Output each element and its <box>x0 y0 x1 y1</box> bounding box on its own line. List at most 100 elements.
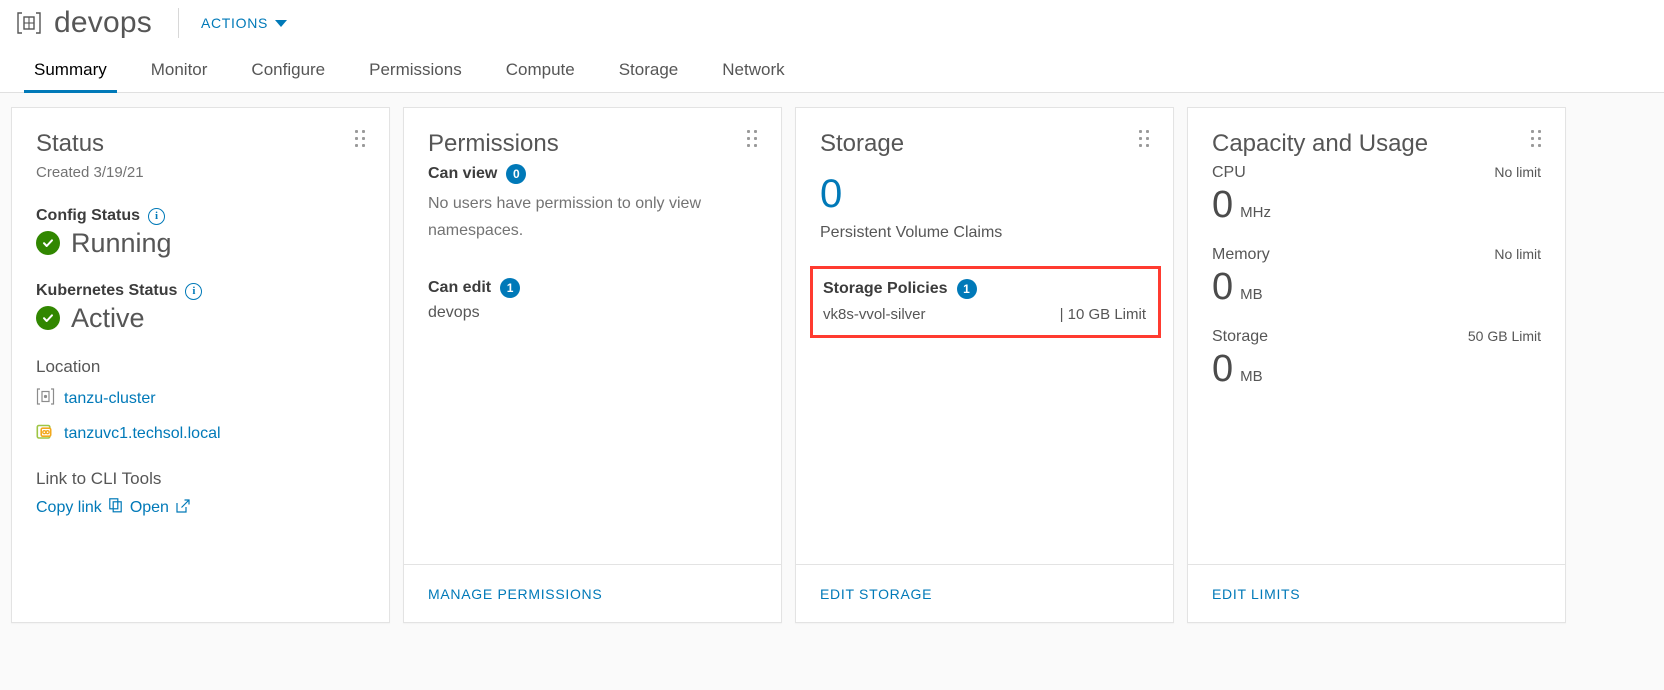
tab-bar: Summary Monitor Configure Permissions Co… <box>0 46 1664 93</box>
status-card-body: Status Created 3/19/21 Config Status i R… <box>12 108 389 622</box>
memory-value: 0 <box>1212 266 1234 308</box>
memory-label: Memory <box>1212 246 1270 263</box>
permissions-card-title: Permissions <box>428 130 559 157</box>
external-link-icon[interactable] <box>176 498 190 518</box>
can-edit-user: devops <box>428 304 480 321</box>
status-card: Status Created 3/19/21 Config Status i R… <box>11 107 390 623</box>
storage-policies-highlight: Storage Policies 1 vk8s-vvol-silver | 10… <box>810 266 1161 338</box>
pvc-label: Persistent Volume Claims <box>820 224 1003 241</box>
chevron-down-icon <box>275 19 288 27</box>
storage-policy-name: vk8s-vvol-silver <box>823 306 926 323</box>
header-divider <box>177 8 179 38</box>
namespace-icon <box>14 9 44 37</box>
tab-permissions[interactable]: Permissions <box>347 60 484 92</box>
drag-handle-icon[interactable] <box>1139 130 1153 147</box>
drag-handle-icon[interactable] <box>747 130 761 147</box>
drag-handle-icon[interactable] <box>1531 130 1545 147</box>
tab-network[interactable]: Network <box>700 60 806 92</box>
can-edit-row: Can edit 1 <box>428 278 757 298</box>
can-edit-count-badge: 1 <box>500 278 521 298</box>
cpu-value: 0 <box>1212 184 1234 226</box>
kubernetes-status-label: Kubernetes Status i <box>36 282 365 300</box>
page-title: devops <box>54 6 152 39</box>
actions-label: ACTIONS <box>200 15 269 31</box>
tab-storage[interactable]: Storage <box>597 60 701 92</box>
storage-policy-item: vk8s-vvol-silver | 10 GB Limit <box>823 306 1146 323</box>
manage-permissions-button[interactable]: MANAGE PERMISSIONS <box>428 586 602 602</box>
location-cluster-row: tanzu-cluster <box>36 388 365 410</box>
location-cluster-link[interactable]: tanzu-cluster <box>64 390 156 408</box>
can-view-label: Can view <box>428 165 498 182</box>
capacity-card-body: Capacity and Usage CPU No limit 0 MHz Me… <box>1188 108 1565 564</box>
permissions-card-body: Permissions Can view 0 No users have per… <box>404 108 781 564</box>
storage-policy-limit: | 10 GB Limit <box>1059 306 1146 323</box>
permissions-card: Permissions Can view 0 No users have per… <box>403 107 782 623</box>
edit-storage-button[interactable]: EDIT STORAGE <box>820 586 932 602</box>
capacity-card-footer: EDIT LIMITS <box>1188 564 1565 622</box>
storage-usage-limit: 50 GB Limit <box>1467 328 1541 344</box>
actions-menu-button[interactable]: ACTIONS <box>200 15 288 31</box>
page-header: devops ACTIONS <box>0 0 1664 46</box>
tab-monitor[interactable]: Monitor <box>129 60 230 92</box>
created-date: Created 3/19/21 <box>36 164 144 181</box>
copy-link-button[interactable]: Copy link <box>36 499 102 517</box>
cpu-row: CPU No limit <box>1212 164 1541 182</box>
storage-card-title: Storage <box>820 130 905 157</box>
tab-compute[interactable]: Compute <box>484 60 597 92</box>
kubernetes-status-value-row: Active <box>36 303 365 333</box>
info-icon[interactable]: i <box>185 282 203 300</box>
status-card-title: Status <box>36 130 105 157</box>
storage-policies-row: Storage Policies 1 <box>823 279 1146 299</box>
kubernetes-status-value: Active <box>71 303 145 333</box>
storage-usage-value-row: 0 MB <box>1212 348 1541 390</box>
storage-card: Storage 0 Persistent Volume Claims Stora… <box>795 107 1174 623</box>
storage-policies-count-badge: 1 <box>956 279 977 299</box>
check-circle-icon <box>36 231 60 255</box>
config-status-text: Config Status <box>36 207 140 224</box>
can-view-count-badge: 0 <box>506 164 527 184</box>
namespace-summary-page: devops ACTIONS Summary Monitor Configure… <box>0 0 1664 690</box>
can-view-row: Can view 0 <box>428 164 757 184</box>
capacity-card: Capacity and Usage CPU No limit 0 MHz Me… <box>1187 107 1566 623</box>
cpu-unit: MHz <box>1240 204 1271 221</box>
cli-tools-label: Link to CLI Tools <box>36 469 162 488</box>
config-status-label: Config Status i <box>36 207 365 225</box>
storage-usage-row: Storage 50 GB Limit <box>1212 328 1541 346</box>
tab-configure[interactable]: Configure <box>229 60 347 92</box>
drag-handle-icon[interactable] <box>355 130 369 147</box>
config-status-value: Running <box>71 228 172 258</box>
location-label: Location <box>36 357 101 376</box>
open-link-button[interactable]: Open <box>130 499 169 517</box>
copy-icon[interactable] <box>109 498 123 518</box>
check-circle-icon <box>36 306 60 330</box>
can-view-note: No users have permission to only view na… <box>428 195 702 239</box>
memory-value-row: 0 MB <box>1212 266 1541 308</box>
cpu-limit: No limit <box>1494 164 1541 180</box>
cli-tools-links: Copy link Open <box>36 498 365 518</box>
info-icon[interactable]: i <box>148 207 165 225</box>
storage-card-body: Storage 0 Persistent Volume Claims Stora… <box>796 108 1173 564</box>
permissions-card-footer: MANAGE PERMISSIONS <box>404 564 781 622</box>
config-status-value-row: Running <box>36 228 365 258</box>
storage-policies-label: Storage Policies <box>823 280 948 297</box>
memory-unit: MB <box>1240 286 1263 303</box>
location-vcenter-link[interactable]: tanzuvc1.techsol.local <box>64 425 221 443</box>
cpu-value-row: 0 MHz <box>1212 184 1541 226</box>
storage-usage-label: Storage <box>1212 328 1269 345</box>
memory-row: Memory No limit <box>1212 246 1541 264</box>
kubernetes-status-text: Kubernetes Status <box>36 282 178 299</box>
cluster-icon <box>36 388 55 410</box>
capacity-card-title: Capacity and Usage <box>1212 130 1429 157</box>
storage-usage-value: 0 <box>1212 348 1234 390</box>
pvc-count: 0 <box>820 172 843 216</box>
vcenter-icon <box>36 423 55 445</box>
can-edit-label: Can edit <box>428 279 492 296</box>
storage-usage-unit: MB <box>1240 368 1263 385</box>
memory-limit: No limit <box>1494 246 1541 262</box>
location-vcenter-row: tanzuvc1.techsol.local <box>36 423 365 445</box>
edit-limits-button[interactable]: EDIT LIMITS <box>1212 586 1300 602</box>
card-grid: Status Created 3/19/21 Config Status i R… <box>0 93 1664 623</box>
storage-card-footer: EDIT STORAGE <box>796 564 1173 622</box>
tab-summary[interactable]: Summary <box>12 60 129 93</box>
